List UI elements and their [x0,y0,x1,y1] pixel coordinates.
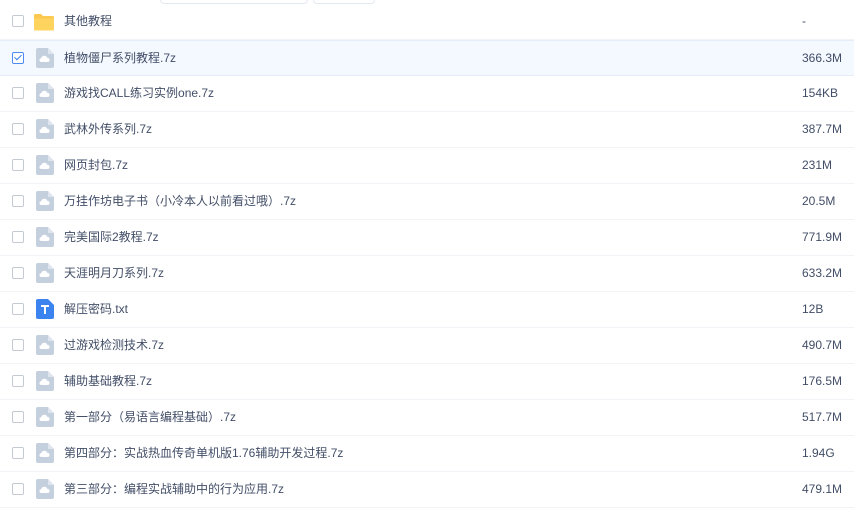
archive-file-icon [36,48,56,68]
text-file-icon [36,299,56,319]
row-checkbox[interactable] [12,15,24,27]
row-checkbox[interactable] [12,447,24,459]
archive-file-icon [36,263,56,283]
folder-icon [33,12,54,32]
archive-file-icon [36,335,56,355]
file-size: 1.94G [802,446,835,460]
folder-row[interactable]: 其他教程 - [0,4,854,40]
file-size: 517.7M [802,410,843,424]
row-checkbox[interactable] [12,303,24,315]
row-checkbox[interactable] [12,159,24,171]
archive-file-icon [36,443,56,463]
file-name[interactable]: 其他教程 [64,4,112,39]
file-size: 387.7M [802,122,843,136]
file-name[interactable]: 第一部分（易语言编程基础）.7z [64,400,236,435]
file-size: 231M [802,158,833,172]
row-checkbox[interactable] [12,195,24,207]
row-checkbox[interactable] [12,375,24,387]
archive-file-icon [36,371,56,391]
archive-file-icon [36,479,56,499]
file-row[interactable]: 第四部分：实战热血传奇单机版1.76辅助开发过程.7z 1.94G [0,436,854,472]
file-size: - [802,14,806,28]
file-list: 其他教程 - 植物僵尸系列教程.7z 366.3M 游戏找CALL练习实例one.7z 1… [0,4,854,508]
row-checkbox[interactable] [12,267,24,279]
file-row[interactable]: 武林外传系列.7z 387.7M [0,112,854,148]
file-name[interactable]: 解压密码.txt [64,292,128,327]
file-name[interactable]: 万挂作坊电子书（小冷本人以前看过哦）.7z [64,184,296,219]
file-name[interactable]: 过游戏检测技术.7z [64,328,164,363]
file-name[interactable]: 完美国际2教程.7z [64,220,159,255]
file-name[interactable]: 天涯明月刀系列.7z [64,256,164,291]
row-checkbox-checked[interactable] [12,52,24,64]
row-checkbox[interactable] [12,123,24,135]
file-size: 771.9M [802,230,843,244]
file-size: 20.5M [802,194,836,208]
file-row[interactable]: 完美国际2教程.7z 771.9M [0,220,854,256]
file-size: 12B [802,302,824,316]
file-row[interactable]: 过游戏检测技术.7z 490.7M [0,328,854,364]
archive-file-icon [36,119,56,139]
file-row[interactable]: 网页封包.7z 231M [0,148,854,184]
file-row[interactable]: 解压密码.txt 12B [0,292,854,328]
file-row[interactable]: 植物僵尸系列教程.7z 366.3M [0,40,854,76]
file-row[interactable]: 游戏找CALL练习实例one.7z 154KB [0,76,854,112]
file-size: 633.2M [802,266,843,280]
row-checkbox[interactable] [12,87,24,99]
row-checkbox[interactable] [12,483,24,495]
file-name[interactable]: 网页封包.7z [64,148,128,183]
file-size: 176.5M [802,374,843,388]
file-name[interactable]: 武林外传系列.7z [64,112,152,147]
row-checkbox[interactable] [12,411,24,423]
file-row[interactable]: 第一部分（易语言编程基础）.7z 517.7M [0,400,854,436]
file-row[interactable]: 天涯明月刀系列.7z 633.2M [0,256,854,292]
file-name[interactable]: 游戏找CALL练习实例one.7z [64,76,214,111]
file-name[interactable]: 第三部分：编程实战辅助中的行为应用.7z [64,472,284,507]
archive-file-icon [36,155,56,175]
file-size: 154KB [802,86,839,100]
archive-file-icon [36,191,56,211]
file-size: 479.1M [802,482,843,496]
row-checkbox[interactable] [12,231,24,243]
row-checkbox[interactable] [12,339,24,351]
file-size: 366.3M [802,51,843,65]
archive-file-icon [36,83,56,103]
archive-file-icon [36,227,56,247]
file-row[interactable]: 辅助基础教程.7z 176.5M [0,364,854,400]
file-size: 490.7M [802,338,843,352]
file-name[interactable]: 植物僵尸系列教程.7z [64,41,176,76]
file-name[interactable]: 第四部分：实战热血传奇单机版1.76辅助开发过程.7z [64,436,343,471]
file-row[interactable]: 万挂作坊电子书（小冷本人以前看过哦）.7z 20.5M [0,184,854,220]
archive-file-icon [36,407,56,427]
file-name[interactable]: 辅助基础教程.7z [64,364,152,399]
file-row[interactable]: 第三部分：编程实战辅助中的行为应用.7z 479.1M [0,472,854,508]
